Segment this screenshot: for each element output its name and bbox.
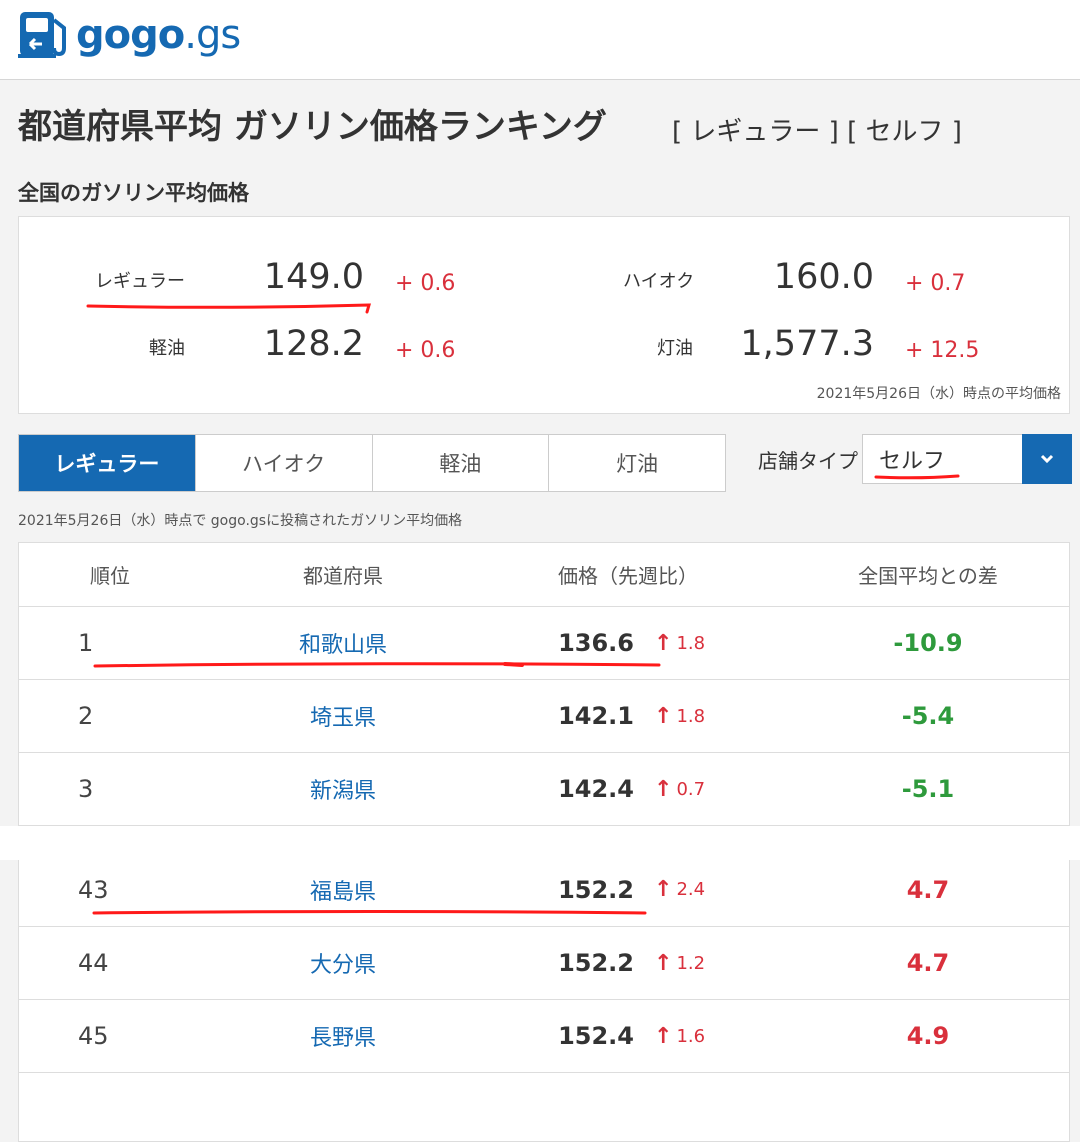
summary-diesel: 軽油 128.2 + 0.6 xyxy=(19,324,499,372)
prefecture-link[interactable]: 埼玉県 xyxy=(243,680,443,752)
summary-label: レギュラー xyxy=(95,271,185,292)
site-header: gogo.gs xyxy=(0,0,1080,80)
rank-cell: 2 xyxy=(78,702,94,730)
tab-diesel[interactable]: 軽油 xyxy=(371,435,549,491)
store-type-value: セルフ xyxy=(879,449,946,474)
chevron-down-icon xyxy=(1040,454,1054,464)
summary-diff: + 12.5 xyxy=(905,338,980,363)
store-type-dropdown-button[interactable] xyxy=(1022,434,1072,484)
table-row: 2 埼玉県 142.1 ↑ 1.8 -5.4 xyxy=(18,679,1070,752)
weekly-change: ↑ 1.6 xyxy=(654,1023,706,1049)
tab-kerosene[interactable]: 灯油 xyxy=(548,435,725,491)
arrow-up-icon: ↑ xyxy=(654,703,673,729)
summary-diff: + 0.7 xyxy=(905,271,966,296)
national-diff: -5.1 xyxy=(901,775,955,803)
prefecture-link[interactable]: 大分県 xyxy=(243,927,443,999)
rank-cell: 43 xyxy=(78,875,109,904)
arrow-up-icon: ↑ xyxy=(654,630,673,656)
price-cell: 142.1 xyxy=(558,702,634,730)
arrow-up-icon: ↑ xyxy=(654,950,673,976)
rank-cell: 44 xyxy=(78,949,109,977)
header-diff: 全国平均との差 xyxy=(858,563,998,588)
summary-price: 160.0 xyxy=(773,257,874,297)
tab-highoctane[interactable]: ハイオク xyxy=(194,435,372,491)
national-diff: 4.9 xyxy=(906,1022,950,1050)
summary-kerosene: 灯油 1,577.3 + 12.5 xyxy=(539,324,1059,372)
rank-cell: 3 xyxy=(78,775,94,803)
price-cell: 152.4 xyxy=(558,1022,634,1050)
header-prefecture: 都道府県 xyxy=(303,563,383,588)
weekly-change: ↑ 2.4 xyxy=(654,877,706,902)
summary-price: 1,577.3 xyxy=(740,324,874,364)
weekly-change: ↑ 1.8 xyxy=(654,703,706,729)
price-cell: 152.2 xyxy=(558,949,634,977)
price-cell: 136.6 xyxy=(558,629,634,657)
summary-diff: + 0.6 xyxy=(395,271,456,296)
header-price: 価格（先週比） xyxy=(558,563,698,588)
table-row: 43 福島県 152.2 ↑ 2.4 4.7 xyxy=(18,853,1070,926)
weekly-change: ↑ 1.8 xyxy=(654,630,706,656)
table-row: 3 新潟県 142.4 ↑ 0.7 -5.1 xyxy=(18,752,1070,825)
summary-price: 149.0 xyxy=(263,257,364,297)
summary-label: 軽油 xyxy=(149,338,185,359)
table-row: 44 大分県 152.2 ↑ 1.2 4.7 xyxy=(18,926,1070,999)
table-row: 45 長野県 152.4 ↑ 1.6 4.9 xyxy=(18,999,1070,1072)
prefecture-link[interactable]: 長野県 xyxy=(243,1000,443,1072)
national-average-panel: レギュラー 149.0 + 0.6 軽油 128.2 + 0.6 ハイオク 16… xyxy=(18,216,1070,414)
summary-date-note: 2021年5月26日（水）時点の平均価格 xyxy=(816,386,1061,402)
prefecture-link[interactable]: 福島県 xyxy=(243,853,443,926)
summary-highoctane: ハイオク 160.0 + 0.7 xyxy=(539,257,1059,305)
site-logo[interactable]: gogo.gs xyxy=(18,10,241,60)
price-cell: 142.4 xyxy=(558,775,634,803)
store-type-label: 店舗タイプ xyxy=(758,449,858,473)
logo-text: gogo.gs xyxy=(76,12,241,58)
table-header-row: 順位 都道府県 価格（先週比） 全国平均との差 xyxy=(18,542,1070,606)
arrow-up-icon: ↑ xyxy=(654,877,673,902)
title-tags: [ レギュラー ] [ セルフ ] xyxy=(672,117,962,147)
national-diff: -5.4 xyxy=(901,702,955,730)
table-row-divider xyxy=(18,1072,1070,1080)
fuel-type-tabs: レギュラー ハイオク 軽油 灯油 xyxy=(18,434,726,492)
weekly-change: ↑ 0.7 xyxy=(654,776,706,802)
price-cell: 152.2 xyxy=(558,875,634,904)
tab-regular[interactable]: レギュラー xyxy=(19,435,195,491)
summary-regular: レギュラー 149.0 + 0.6 xyxy=(19,257,499,305)
store-type-select[interactable]: セルフ xyxy=(862,434,1072,484)
rank-cell: 45 xyxy=(78,1022,109,1050)
prefecture-link[interactable]: 和歌山県 xyxy=(243,607,443,679)
national-diff: 4.7 xyxy=(906,949,950,977)
table-row: 1 和歌山県 136.6 ↑ 1.8 -10.9 xyxy=(18,606,1070,679)
summary-diff: + 0.6 xyxy=(395,338,456,363)
national-diff: 4.7 xyxy=(906,875,950,904)
header-rank: 順位 xyxy=(90,563,130,588)
summary-label: 灯油 xyxy=(657,338,693,359)
national-diff: -10.9 xyxy=(893,629,963,657)
arrow-up-icon: ↑ xyxy=(654,776,673,802)
weekly-change: ↑ 1.2 xyxy=(654,950,706,976)
arrow-up-icon: ↑ xyxy=(654,1023,673,1049)
national-average-heading: 全国のガソリン平均価格 xyxy=(18,181,249,205)
gas-pump-icon xyxy=(18,12,66,58)
table-date-note: 2021年5月26日（水）時点で gogo.gsに投稿されたガソリン平均価格 xyxy=(18,513,463,529)
summary-price: 128.2 xyxy=(263,324,364,364)
summary-label: ハイオク xyxy=(623,271,695,292)
page-title: 都道府県平均 ガソリン価格ランキング xyxy=(18,107,607,147)
rank-cell: 1 xyxy=(78,629,94,657)
prefecture-link[interactable]: 新潟県 xyxy=(243,753,443,825)
